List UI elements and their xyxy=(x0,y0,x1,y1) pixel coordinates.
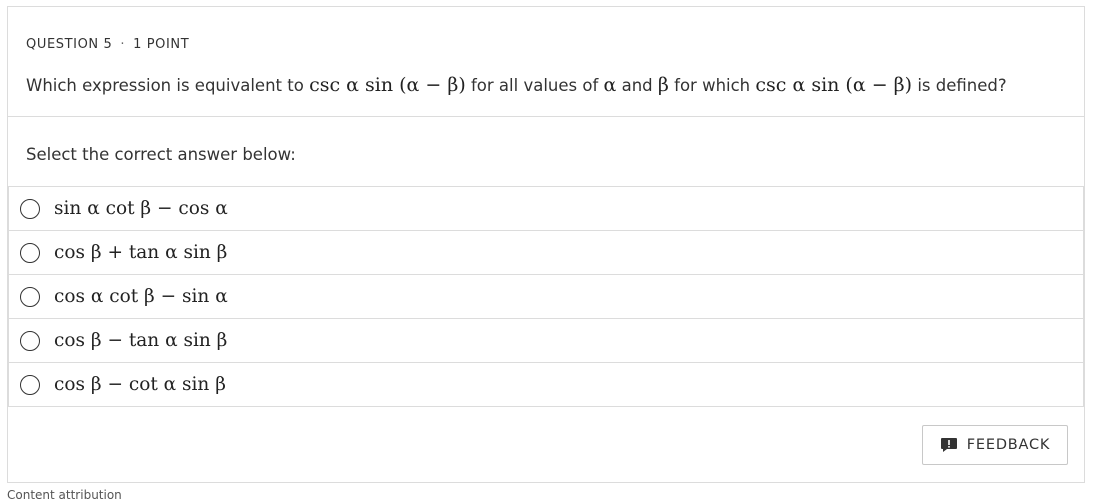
radio-button[interactable] xyxy=(20,330,40,351)
answer-option-label: cos α cot β − sin α xyxy=(54,286,228,307)
question-text-mid-2: for which xyxy=(668,76,756,95)
question-beta: β xyxy=(657,74,669,96)
question-number: QUESTION 5 xyxy=(26,37,113,52)
radio-button[interactable] xyxy=(20,374,40,395)
feedback-button[interactable]: FEEDBACK xyxy=(922,425,1068,465)
answer-option-4[interactable]: cos β − tan α sin β xyxy=(8,318,1084,362)
question-meta: QUESTION 5 · 1 POINT xyxy=(26,37,189,52)
question-text-end: is defined? xyxy=(912,76,1007,95)
answer-option-5[interactable]: cos β − cot α sin β xyxy=(8,362,1084,407)
radio-button[interactable] xyxy=(20,286,40,307)
answer-option-3[interactable]: cos α cot β − sin α xyxy=(8,274,1084,318)
answer-instruction: Select the correct answer below: xyxy=(26,145,296,164)
radio-button[interactable] xyxy=(20,242,40,263)
feedback-icon xyxy=(940,437,958,453)
answer-option-1[interactable]: sin α cot β − cos α xyxy=(8,186,1084,230)
radio-button[interactable] xyxy=(20,198,40,219)
question-card: QUESTION 5 · 1 POINT Which expression is e… xyxy=(7,6,1085,483)
question-points: 1 POINT xyxy=(133,37,190,52)
answer-option-label: cos β + tan α sin β xyxy=(54,242,228,263)
question-text-and: and xyxy=(616,76,658,95)
feedback-label: FEEDBACK xyxy=(966,437,1051,453)
question-text-start: Which expression is equivalent to xyxy=(26,76,310,95)
question-header: QUESTION 5 · 1 POINT Which expression is e… xyxy=(8,7,1084,117)
answer-option-2[interactable]: cos β + tan α sin β xyxy=(8,230,1084,274)
answer-option-label: cos β − tan α sin β xyxy=(54,330,228,351)
question-expression-1: csc α sin (α − β) xyxy=(309,74,466,96)
question-text: Which expression is equivalent to csc α … xyxy=(26,74,1007,96)
answer-option-label: sin α cot β − cos α xyxy=(54,198,228,219)
question-alpha: α xyxy=(603,74,617,96)
question-expression-2: csc α sin (α − β) xyxy=(755,74,913,96)
meta-separator: · xyxy=(120,37,126,52)
answer-options: sin α cot β − cos α cos β + tan α sin β … xyxy=(8,186,1084,407)
answer-option-label: cos β − cot α sin β xyxy=(54,374,226,395)
question-text-mid-1: for all values of xyxy=(465,76,604,95)
